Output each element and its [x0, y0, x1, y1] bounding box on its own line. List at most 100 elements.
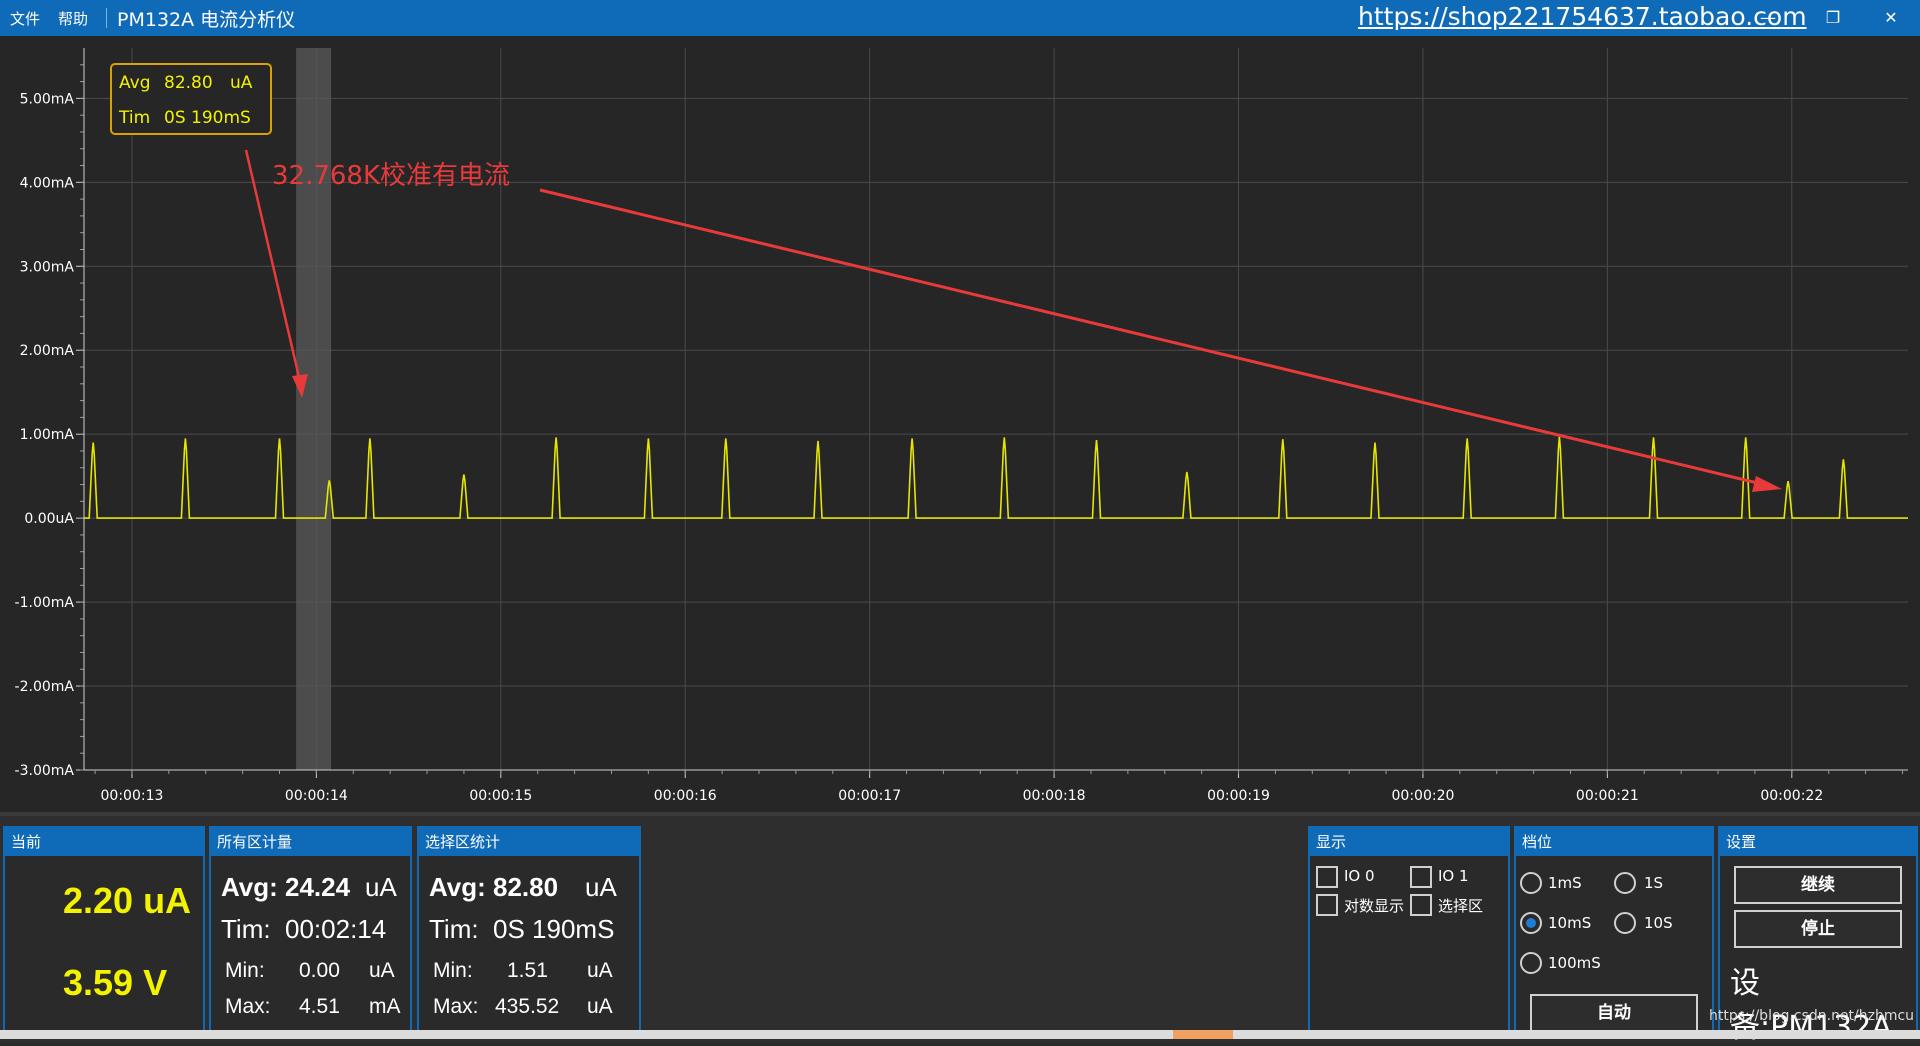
range-panel: 档位 1mS 1S 10mS 10S 100mS 自动	[1514, 826, 1714, 1035]
sel-avg-label: Avg:	[429, 872, 486, 902]
x-tick-label: 00:00:21	[1576, 788, 1639, 804]
status-chip	[1173, 1030, 1233, 1039]
x-tick-label: 00:00:16	[654, 788, 717, 804]
y-tick-label: -1.00mA	[15, 595, 75, 611]
x-tick-label: 00:00:20	[1392, 788, 1455, 804]
current-header: 当前	[5, 828, 203, 856]
x-tick-label: 00:00:19	[1207, 788, 1270, 804]
display-header: 显示	[1310, 828, 1508, 856]
log-display-label: 对数显示	[1344, 897, 1405, 915]
range-10s-label: 10S	[1644, 914, 1673, 932]
all-tim-label: Tim:	[221, 914, 271, 944]
all-avg-unit: uA	[365, 872, 397, 902]
close-icon[interactable]: ✕	[1876, 6, 1906, 30]
range-1s-radio[interactable]	[1614, 872, 1636, 894]
y-tick-label: 0.00uA	[24, 511, 74, 527]
bottom-panel: 当前 2.20 uA 3.59 V 所有区计量 Avg: 24.24 uA Ti…	[0, 812, 1920, 1045]
status-bar	[0, 1030, 1920, 1039]
watermark: https://blog.csdn.net/hzhmcu	[1709, 1008, 1915, 1024]
x-tick-label: 00:00:22	[1760, 788, 1823, 804]
range-10s-radio[interactable]	[1614, 912, 1636, 934]
selection-region[interactable]	[296, 48, 332, 770]
sel-max-unit: uA	[587, 995, 613, 1018]
sel-min-unit: uA	[587, 959, 613, 982]
settings-header: 设置	[1720, 828, 1916, 856]
x-tick-label: 00:00:17	[838, 788, 901, 804]
all-min-unit: uA	[369, 959, 395, 982]
minimize-icon[interactable]: —	[1753, 6, 1783, 30]
menu-help[interactable]: 帮助	[58, 8, 88, 29]
all-avg-value: 24.24	[285, 872, 351, 902]
range-100ms-label: 100mS	[1548, 954, 1601, 972]
range-1ms-label: 1mS	[1548, 874, 1582, 892]
display-panel: 显示 IO 0 IO 1 对数显示 选择区	[1308, 826, 1510, 1035]
sel-tim-value: 0S 190mS	[493, 914, 615, 944]
app-title: PM132A 电流分析仪	[117, 8, 296, 31]
tooltip-avg-value: 82.80	[164, 73, 213, 93]
current-value: 2.20 uA	[63, 880, 192, 921]
y-axis: 5.00mA 4.00mA 3.00mA 2.00mA 1.00mA 0.00uA -1.0…	[15, 48, 85, 779]
sel-tim-label: Tim:	[429, 914, 479, 944]
range-10ms-label: 10mS	[1548, 914, 1592, 932]
range-1ms-radio[interactable]	[1520, 872, 1542, 894]
select-area-checkbox[interactable]	[1410, 894, 1432, 916]
all-min-value: 0.00	[299, 959, 340, 982]
all-avg-label: Avg:	[221, 872, 278, 902]
tooltip-tim-value: 0S 190mS	[164, 108, 251, 128]
all-stats-panel: 所有区计量 Avg: 24.24 uA Tim: 00:02:14 Min: 0…	[209, 826, 412, 1035]
x-tick-label: 00:00:18	[1023, 788, 1086, 804]
range-1s-label: 1S	[1644, 874, 1664, 892]
selection-stats-panel: 选择区统计 Avg: 82.80 uA Tim: 0S 190mS Min: 1…	[417, 826, 641, 1035]
x-tick-label: 00:00:13	[101, 788, 164, 804]
y-tick-label: 5.00mA	[20, 91, 75, 107]
range-header: 档位	[1516, 828, 1712, 856]
tooltip-avg-unit: uA	[230, 73, 253, 93]
select-area-label: 选择区	[1438, 897, 1484, 915]
title-separator	[106, 8, 108, 28]
plot-area[interactable]	[84, 48, 1908, 770]
x-axis: 00:00:13 00:00:14 00:00:15 00:00:16 00:00:17…	[84, 769, 1908, 804]
y-tick-label: -3.00mA	[15, 763, 75, 779]
io1-checkbox[interactable]	[1410, 866, 1432, 888]
title-bar: 文件 帮助 PM132A 电流分析仪 https://shop221754637…	[0, 0, 1920, 36]
all-max-value: 4.51	[299, 995, 340, 1018]
settings-panel: 设置 继续 停止 设备:PM132A	[1718, 826, 1918, 1045]
chart-svg[interactable]: 5.00mA 4.00mA 3.00mA 2.00mA 1.00mA 0.00uA -1.0…	[0, 36, 1920, 812]
range-100ms-radio[interactable]	[1520, 952, 1542, 974]
all-min-label: Min:	[225, 959, 265, 982]
sel-max-value: 435.52	[495, 995, 560, 1018]
auto-button[interactable]: 自动	[1530, 994, 1698, 1032]
io1-label: IO 1	[1438, 867, 1469, 885]
x-tick-label: 00:00:15	[469, 788, 532, 804]
sel-max-label: Max:	[433, 995, 479, 1018]
sel-avg-value: 82.80	[493, 872, 559, 902]
menu-file[interactable]: 文件	[10, 8, 40, 29]
current-chart[interactable]: 5.00mA 4.00mA 3.00mA 2.00mA 1.00mA 0.00uA -1.0…	[0, 36, 1920, 812]
y-tick-label: 4.00mA	[20, 175, 75, 191]
annotation-text: 32.768K校准有电流	[272, 161, 510, 191]
all-tim-value: 00:02:14	[285, 914, 387, 944]
shop-link[interactable]: https://shop221754637.taobao.com	[1358, 0, 1807, 34]
sel-avg-unit: uA	[585, 872, 617, 902]
tooltip-avg-label: Avg	[119, 73, 151, 93]
voltage-value: 3.59 V	[63, 962, 168, 1003]
continue-button[interactable]: 继续	[1734, 866, 1902, 904]
selection-stats-header: 选择区统计	[419, 828, 639, 856]
io0-label: IO 0	[1344, 867, 1375, 885]
y-tick-label: 3.00mA	[20, 259, 75, 275]
sel-min-value: 1.51	[507, 959, 548, 982]
sel-min-label: Min:	[433, 959, 473, 982]
all-stats-header: 所有区计量	[211, 828, 410, 856]
all-max-label: Max:	[225, 995, 271, 1018]
range-10ms-radio[interactable]	[1520, 912, 1542, 934]
all-max-unit: mA	[369, 995, 401, 1018]
y-tick-label: 1.00mA	[20, 427, 75, 443]
log-display-checkbox[interactable]	[1316, 894, 1338, 916]
y-tick-label: 2.00mA	[20, 343, 75, 359]
y-tick-label: -2.00mA	[15, 679, 75, 695]
io0-checkbox[interactable]	[1316, 866, 1338, 888]
current-panel: 当前 2.20 uA 3.59 V	[3, 826, 205, 1035]
stop-button[interactable]: 停止	[1734, 910, 1902, 948]
x-tick-label: 00:00:14	[285, 788, 348, 804]
restore-icon[interactable]: ❐	[1818, 6, 1848, 30]
